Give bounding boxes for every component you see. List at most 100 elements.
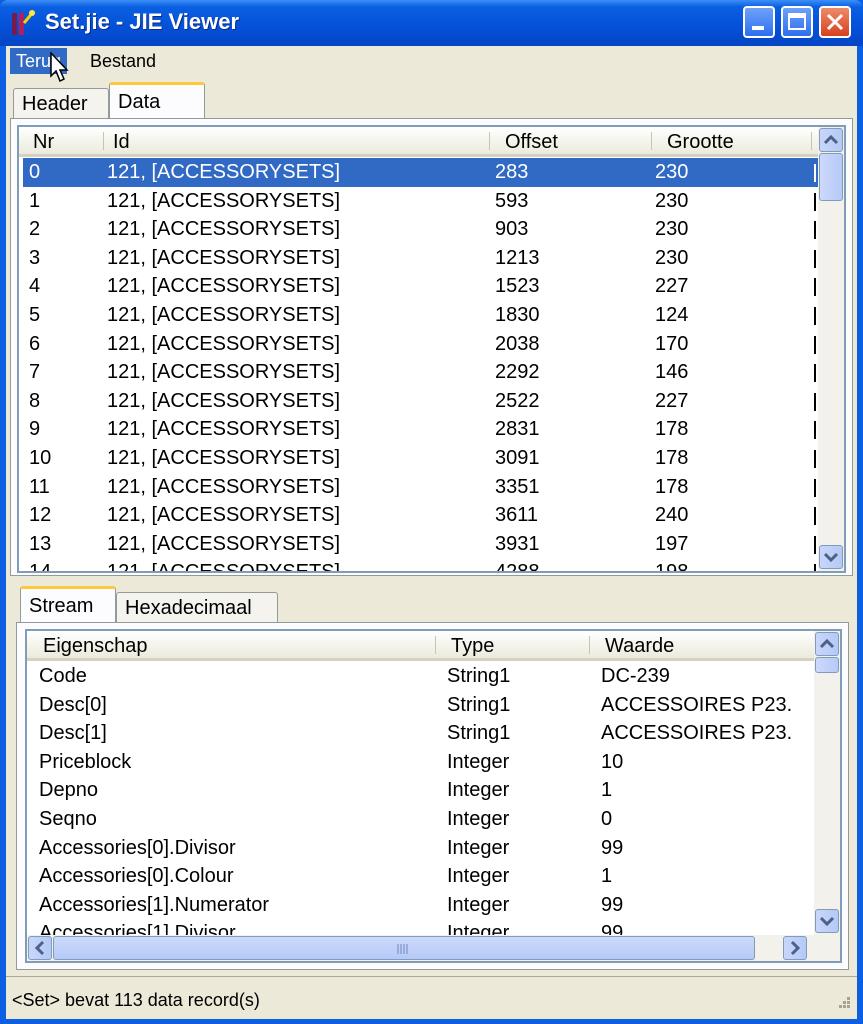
horizontal-scroll-thumb[interactable] — [53, 936, 755, 960]
list-item[interactable]: Priceblock Integer 10 — [27, 748, 814, 777]
scroll-left-button[interactable] — [28, 936, 52, 960]
cell-id: 121, [ACCESSORYSETS] — [107, 475, 341, 498]
table-row[interactable]: 9 121, [ACCESSORYSETS] 2831 178 — [23, 415, 818, 444]
data-records-list[interactable]: Nr Id Offset Grootte 0 121, [ACCESSORYSET… — [17, 125, 846, 573]
column-separator[interactable] — [489, 132, 490, 150]
table-row[interactable]: 10 121, [ACCESSORYSETS] 3091 178 — [23, 444, 818, 473]
cell-offset: 4288 — [495, 561, 540, 573]
cell-eigenschap: Depno — [39, 779, 98, 802]
table-row[interactable]: 5 121, [ACCESSORYSETS] 1830 124 — [23, 301, 818, 330]
scroll-down-button[interactable] — [815, 909, 839, 933]
menu-bestand[interactable]: Bestand — [84, 48, 162, 74]
bottom-tab-bar: Stream Hexadecimaal — [16, 584, 849, 622]
cell-id: 121, [ACCESSORYSETS] — [107, 246, 341, 269]
app-icon[interactable] — [10, 9, 36, 37]
cell-eigenschap: Priceblock — [39, 750, 132, 773]
stream-properties-list[interactable]: Eigenschap Type Waarde Code String1 DC-239… — [25, 629, 842, 963]
data-list-vertical-scrollbar[interactable] — [818, 127, 844, 571]
list-item[interactable]: Depno Integer 1 — [27, 776, 814, 805]
cell-waarde: ACCESSOIRES P23. — [601, 722, 793, 745]
arrow-down-icon — [819, 916, 835, 927]
tab-stream[interactable]: Stream — [20, 586, 116, 622]
scroll-up-button[interactable] — [815, 632, 839, 656]
client-area: Terug Bestand Header Data Nr Id Offset G… — [6, 46, 857, 1019]
table-row[interactable]: 2 121, [ACCESSORYSETS] 903 230 — [23, 215, 818, 244]
table-row[interactable]: 7 121, [ACCESSORYSETS] 2292 146 — [23, 358, 818, 387]
stream-tab-panel: Eigenschap Type Waarde Code String1 DC-239… — [16, 622, 849, 970]
cell-offset: 593 — [495, 189, 529, 212]
cell-nr: 6 — [29, 332, 41, 355]
truncated-column-marker — [814, 364, 816, 383]
table-row[interactable]: 11 121, [ACCESSORYSETS] 3351 178 — [23, 473, 818, 502]
column-header-waarde[interactable]: Waarde — [605, 631, 674, 658]
scroll-up-button[interactable] — [819, 128, 843, 152]
stream-list-horizontal-scrollbar[interactable] — [27, 935, 840, 961]
column-header-nr[interactable]: Nr — [33, 127, 54, 154]
minimize-button[interactable] — [743, 6, 775, 38]
cell-nr: 5 — [29, 304, 41, 326]
cell-eigenschap: Desc[1] — [39, 722, 107, 745]
tab-header[interactable]: Header — [13, 88, 109, 118]
table-row[interactable]: 3 121, [ACCESSORYSETS] 1213 230 — [23, 244, 818, 273]
cell-waarde: DC-239 — [601, 665, 670, 687]
tab-data[interactable]: Data — [109, 82, 205, 118]
scroll-thumb[interactable] — [815, 657, 839, 673]
column-header-eigenschap[interactable]: Eigenschap — [43, 631, 148, 658]
cell-grootte: 227 — [655, 275, 689, 298]
table-row[interactable]: 4 121, [ACCESSORYSETS] 1523 227 — [23, 272, 818, 301]
arrow-left-icon — [34, 940, 45, 956]
scroll-down-button[interactable] — [819, 545, 843, 569]
column-header-type[interactable]: Type — [451, 631, 494, 658]
list-item[interactable]: Code String1 DC-239 — [27, 662, 814, 691]
cell-waarde: 99 — [601, 836, 624, 859]
top-tab-bar: Header Data — [10, 80, 853, 118]
list-item[interactable]: Seqno Integer 0 — [27, 805, 814, 834]
resize-grip-icon[interactable] — [833, 995, 853, 1015]
cell-id: 121, [ACCESSORYSETS] — [107, 218, 341, 241]
list-item[interactable]: Accessories[0].Colour Integer 1 — [27, 862, 814, 891]
cell-type: String1 — [447, 693, 511, 716]
table-row[interactable]: 8 121, [ACCESSORYSETS] 2522 227 — [23, 387, 818, 416]
table-row[interactable]: 1 121, [ACCESSORYSETS] 593 230 — [23, 187, 818, 216]
column-header-id[interactable]: Id — [113, 127, 130, 154]
stream-list-header: Eigenschap Type Waarde — [27, 631, 814, 661]
column-separator[interactable] — [651, 132, 652, 150]
cell-id: 121, [ACCESSORYSETS] — [107, 418, 341, 441]
truncated-column-marker — [814, 507, 816, 526]
table-row[interactable]: 14 121, [ACCESSORYSETS] 4288 198 — [23, 558, 818, 573]
title-bar[interactable]: Set.jie - JIE Viewer — [0, 0, 863, 46]
maximize-button[interactable] — [781, 6, 813, 38]
tab-hexadecimaal[interactable]: Hexadecimaal — [116, 592, 278, 622]
cell-waarde: 99 — [601, 893, 624, 916]
minimize-icon — [752, 26, 764, 30]
stream-list-vertical-scrollbar[interactable] — [814, 631, 840, 935]
cell-grootte: 230 — [655, 161, 689, 183]
column-separator[interactable] — [435, 636, 436, 654]
truncated-column-marker — [814, 307, 816, 325]
column-separator[interactable] — [589, 636, 590, 654]
column-separator[interactable] — [811, 132, 812, 150]
scroll-right-button[interactable] — [783, 936, 807, 960]
list-item[interactable]: Desc[1] String1 ACCESSOIRES P23. — [27, 719, 814, 748]
list-item[interactable]: Accessories[0].Divisor Integer 99 — [27, 834, 814, 863]
table-row[interactable]: 0 121, [ACCESSORYSETS] 283 230 — [23, 158, 818, 187]
cell-offset: 1523 — [495, 275, 540, 298]
scroll-thumb[interactable] — [819, 153, 843, 201]
table-row[interactable]: 6 121, [ACCESSORYSETS] 2038 170 — [23, 330, 818, 359]
cell-grootte: 178 — [655, 475, 689, 498]
table-row[interactable]: 12 121, [ACCESSORYSETS] 3611 240 — [23, 501, 818, 530]
close-button[interactable] — [819, 6, 851, 38]
cell-type: Integer — [447, 865, 510, 888]
arrow-up-icon — [819, 638, 835, 649]
cell-grootte: 230 — [655, 189, 689, 212]
column-separator[interactable] — [103, 132, 104, 150]
cell-grootte: 227 — [655, 389, 689, 412]
table-row[interactable]: 13 121, [ACCESSORYSETS] 3931 197 — [23, 530, 818, 559]
cell-id: 121, [ACCESSORYSETS] — [107, 504, 341, 527]
column-header-offset[interactable]: Offset — [505, 127, 558, 154]
cell-nr: 9 — [29, 418, 41, 441]
cell-grootte: 178 — [655, 447, 689, 469]
column-header-grootte[interactable]: Grootte — [667, 127, 734, 154]
list-item[interactable]: Accessories[1].Numerator Integer 99 — [27, 891, 814, 920]
list-item[interactable]: Desc[0] String1 ACCESSOIRES P23. — [27, 691, 814, 720]
